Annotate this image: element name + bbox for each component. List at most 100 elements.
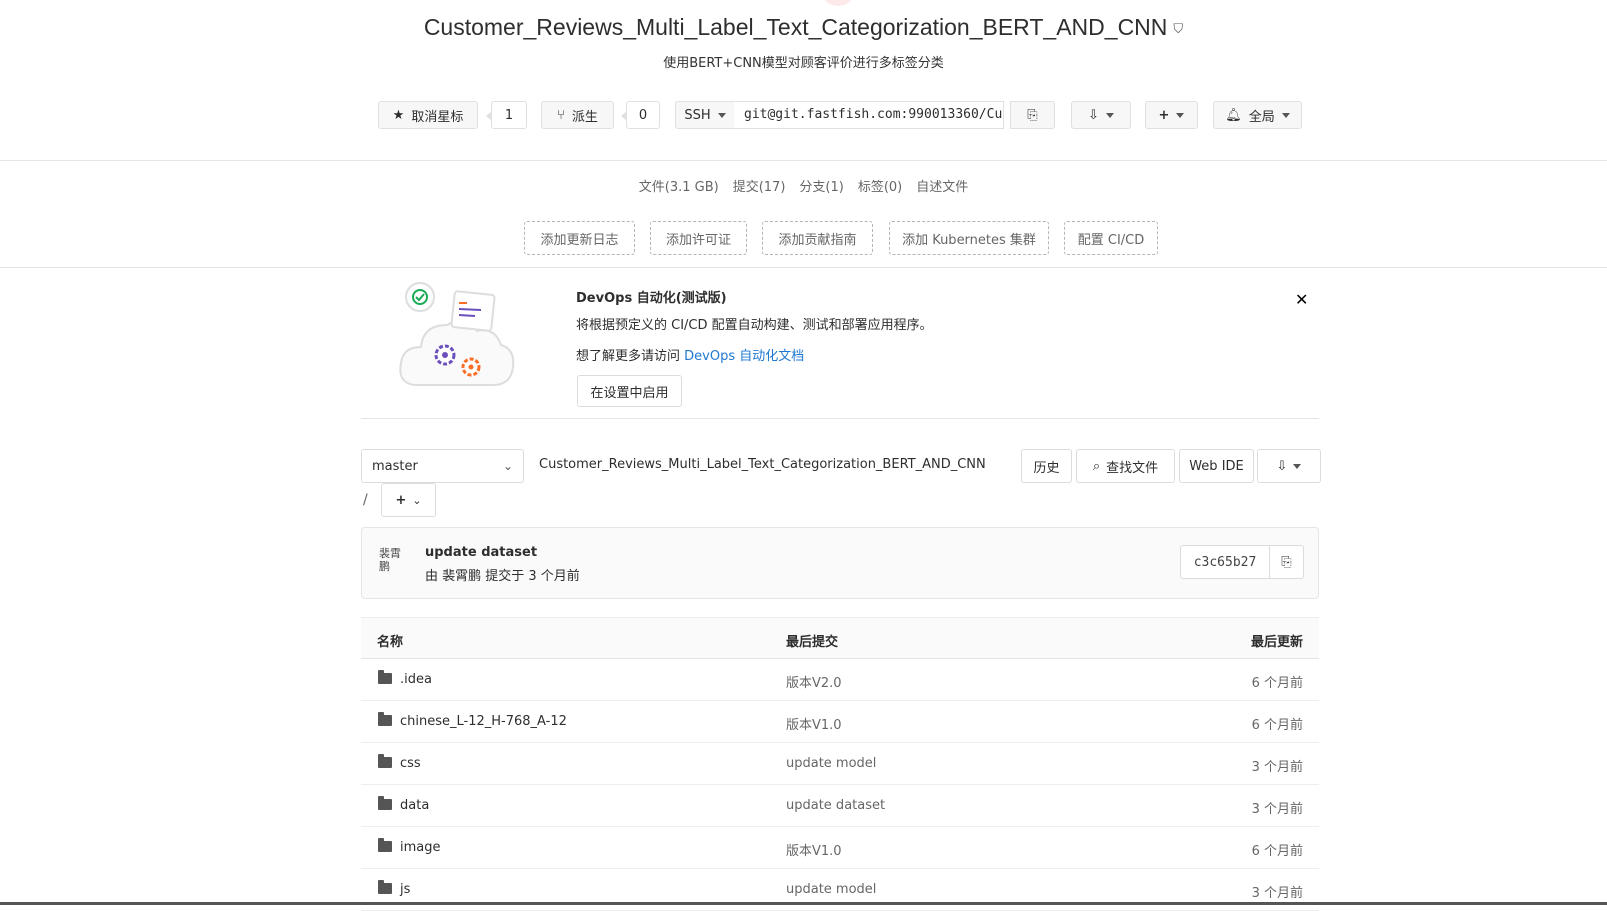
plus-icon: +: [1158, 107, 1170, 123]
copy-sha-button[interactable]: ⎘: [1269, 545, 1304, 579]
branch-name: master: [372, 458, 418, 474]
stat-files[interactable]: 文件(3.1 GB): [639, 180, 719, 195]
file-updated: 6 个月前: [1251, 844, 1303, 859]
enable-in-settings-button[interactable]: 在设置中启用: [577, 375, 682, 407]
stat-tags[interactable]: 标签(0): [858, 180, 902, 195]
fork-button[interactable]: ⑂ 派生: [541, 101, 614, 129]
folder-icon: [378, 880, 392, 894]
stat-branches[interactable]: 分支(1): [799, 180, 843, 195]
file-commit[interactable]: 版本V1.0: [786, 840, 842, 859]
download-icon: ⇩: [1088, 107, 1099, 123]
file-name[interactable]: data: [400, 798, 429, 813]
table-row[interactable]: chinese_L-12_H-768_A-12 版本V1.0 6 个月前: [361, 701, 1319, 743]
chevron-down-icon: [1105, 112, 1114, 118]
devops-description: 将根据预定义的 CI/CD 配置自动构建、测试和部署应用程序。: [576, 318, 933, 333]
folder-icon: [378, 712, 392, 726]
devops-docs-link[interactable]: DevOps 自动化文档: [684, 349, 804, 364]
plus-icon: +: [395, 492, 407, 508]
folder-icon: [378, 796, 392, 810]
file-name[interactable]: image: [400, 840, 441, 855]
unstar-button[interactable]: ★ 取消星标: [378, 101, 478, 129]
file-commit[interactable]: 版本V2.0: [786, 672, 842, 691]
visibility-shield-icon: ⛉: [1173, 20, 1184, 36]
notification-dropdown[interactable]: 🔔︎ 全局: [1213, 101, 1302, 129]
clone-protocol-dropdown[interactable]: SSH: [675, 101, 735, 129]
learn-more-prefix: 想了解更多请访问: [576, 349, 685, 364]
table-row[interactable]: image 版本V1.0 6 个月前: [361, 827, 1319, 869]
fork-count[interactable]: 0: [621, 101, 660, 129]
add-contributing-button[interactable]: 添加贡献指南: [762, 221, 873, 255]
setup-cicd-button[interactable]: 配置 CI/CD: [1064, 221, 1158, 255]
add-changelog-button[interactable]: 添加更新日志: [524, 221, 635, 255]
clipboard-icon: ⎘: [1281, 554, 1292, 570]
repo-title: Customer_Reviews_Multi_Label_Text_Catego…: [0, 14, 1607, 41]
file-updated: 3 个月前: [1251, 802, 1303, 817]
search-icon: ⌕: [1092, 458, 1101, 474]
file-updated: 6 个月前: [1251, 718, 1303, 733]
file-updated: 3 个月前: [1251, 760, 1303, 775]
add-kubernetes-button[interactable]: 添加 Kubernetes 集群: [889, 221, 1049, 255]
notification-label: 全局: [1248, 109, 1275, 125]
breadcrumb-separator: /: [363, 492, 368, 508]
download-icon: ⇩: [1276, 458, 1288, 474]
file-name[interactable]: js: [400, 882, 410, 897]
last-commit-panel: 裴霄鹏 update dataset 由 裴霄鹏 提交于 3 个月前 c3c65…: [361, 527, 1319, 599]
table-row[interactable]: .idea 版本V2.0 6 个月前: [361, 659, 1319, 701]
fork-icon: ⑂: [557, 107, 565, 123]
clone-url-field[interactable]: git@git.fastfish.com:990013360/Customer_…: [734, 101, 1004, 129]
file-name[interactable]: .idea: [400, 672, 432, 687]
commit-meta: 由 裴霄鹏 提交于 3 个月前: [425, 569, 580, 584]
devops-learn-more: 想了解更多请访问 DevOps 自动化文档: [576, 345, 804, 364]
repo-description: 使用BERT+CNN模型对顾客评价进行多标签分类: [663, 56, 944, 71]
file-name[interactable]: css: [400, 756, 421, 771]
stat-readme[interactable]: 自述文件: [916, 180, 968, 195]
history-button[interactable]: 历史: [1021, 449, 1072, 483]
file-updated: 6 个月前: [1251, 676, 1303, 691]
add-license-button[interactable]: 添加许可证: [650, 221, 747, 255]
close-icon[interactable]: ✕: [1295, 290, 1308, 309]
chevron-down-icon: [1176, 112, 1185, 118]
project-avatar: [820, 0, 856, 6]
file-commit[interactable]: update model: [786, 756, 876, 771]
chevron-down-icon: ⌄: [502, 459, 513, 473]
header-last-update: 最后更新: [1250, 635, 1303, 650]
author-avatar[interactable]: 裴霄鹏: [379, 547, 409, 579]
unstar-label: 取消星标: [411, 109, 464, 125]
header-last-commit: 最后提交: [786, 635, 839, 650]
repo-title-text: Customer_Reviews_Multi_Label_Text_Catego…: [423, 14, 1168, 40]
commit-message[interactable]: update dataset: [425, 545, 537, 560]
file-commit[interactable]: update model: [786, 882, 876, 897]
copy-url-button[interactable]: ⎘: [1010, 101, 1055, 129]
chevron-down-icon: ⌄: [412, 493, 422, 507]
stat-commits[interactable]: 提交(17): [733, 180, 786, 195]
folder-icon: [378, 838, 392, 852]
new-item-dropdown[interactable]: +: [1145, 101, 1198, 129]
file-name[interactable]: chinese_L-12_H-768_A-12: [400, 714, 567, 729]
download-dropdown[interactable]: ⇩: [1071, 101, 1131, 129]
file-updated: 3 个月前: [1251, 886, 1303, 901]
fork-label: 派生: [571, 109, 598, 125]
repo-stats: 文件(3.1 GB) 提交(17) 分支(1) 标签(0) 自述文件: [0, 176, 1607, 195]
star-count[interactable]: 1: [486, 101, 527, 129]
table-row[interactable]: data update dataset 3 个月前: [361, 785, 1319, 827]
clipboard-icon: ⎘: [1027, 107, 1038, 123]
star-icon: ★: [392, 107, 405, 123]
chevron-down-icon: [1281, 112, 1290, 118]
download-source-dropdown[interactable]: ⇩: [1257, 449, 1321, 483]
divider: [361, 418, 1319, 419]
file-commit[interactable]: update dataset: [786, 798, 885, 813]
header-name: 名称: [377, 635, 404, 650]
divider: [0, 267, 1607, 268]
add-to-tree-dropdown[interactable]: + ⌄: [381, 483, 436, 517]
find-file-button[interactable]: ⌕ 查找文件: [1076, 449, 1175, 483]
protocol-label: SSH: [684, 107, 711, 123]
chevron-down-icon: [717, 112, 726, 118]
web-ide-button[interactable]: Web IDE: [1179, 449, 1254, 483]
breadcrumb-repo[interactable]: Customer_Reviews_Multi_Label_Text_Catego…: [539, 457, 986, 472]
branch-selector[interactable]: master ⌄: [361, 449, 524, 483]
commit-sha[interactable]: c3c65b27: [1180, 545, 1270, 579]
file-commit[interactable]: 版本V1.0: [786, 714, 842, 733]
chevron-down-icon: [1293, 463, 1302, 469]
devops-title: DevOps 自动化(测试版): [576, 291, 727, 306]
table-row[interactable]: css update model 3 个月前: [361, 743, 1319, 785]
